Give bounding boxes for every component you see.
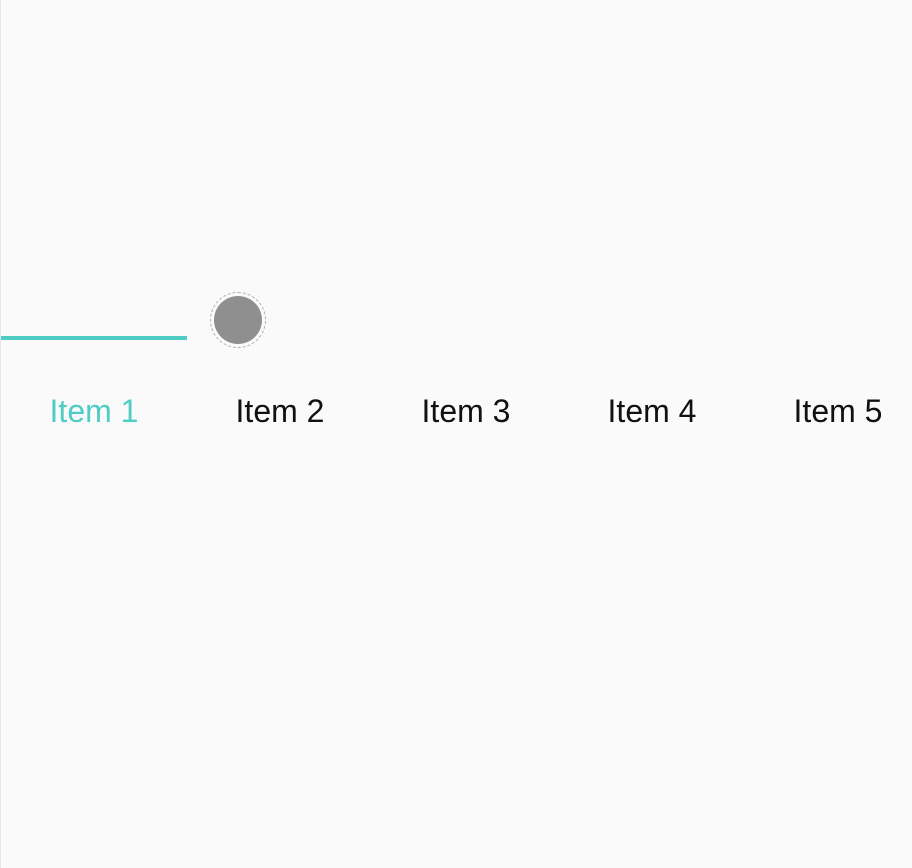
page: Item 1 Item 2 Item 3 Item 4 Item 5 xyxy=(0,0,912,868)
tab-item-1[interactable]: Item 1 xyxy=(1,388,187,434)
tab-item-5[interactable]: Item 5 xyxy=(745,388,912,434)
tab-item-4[interactable]: Item 4 xyxy=(559,388,745,434)
slider-progress-track[interactable] xyxy=(1,336,187,340)
tab-item-2[interactable]: Item 2 xyxy=(187,388,373,434)
tab-item-3[interactable]: Item 3 xyxy=(373,388,559,434)
circle-knob-icon[interactable] xyxy=(214,296,262,344)
item-tabs: Item 1 Item 2 Item 3 Item 4 Item 5 xyxy=(1,388,912,434)
slider-handle[interactable] xyxy=(210,292,266,348)
